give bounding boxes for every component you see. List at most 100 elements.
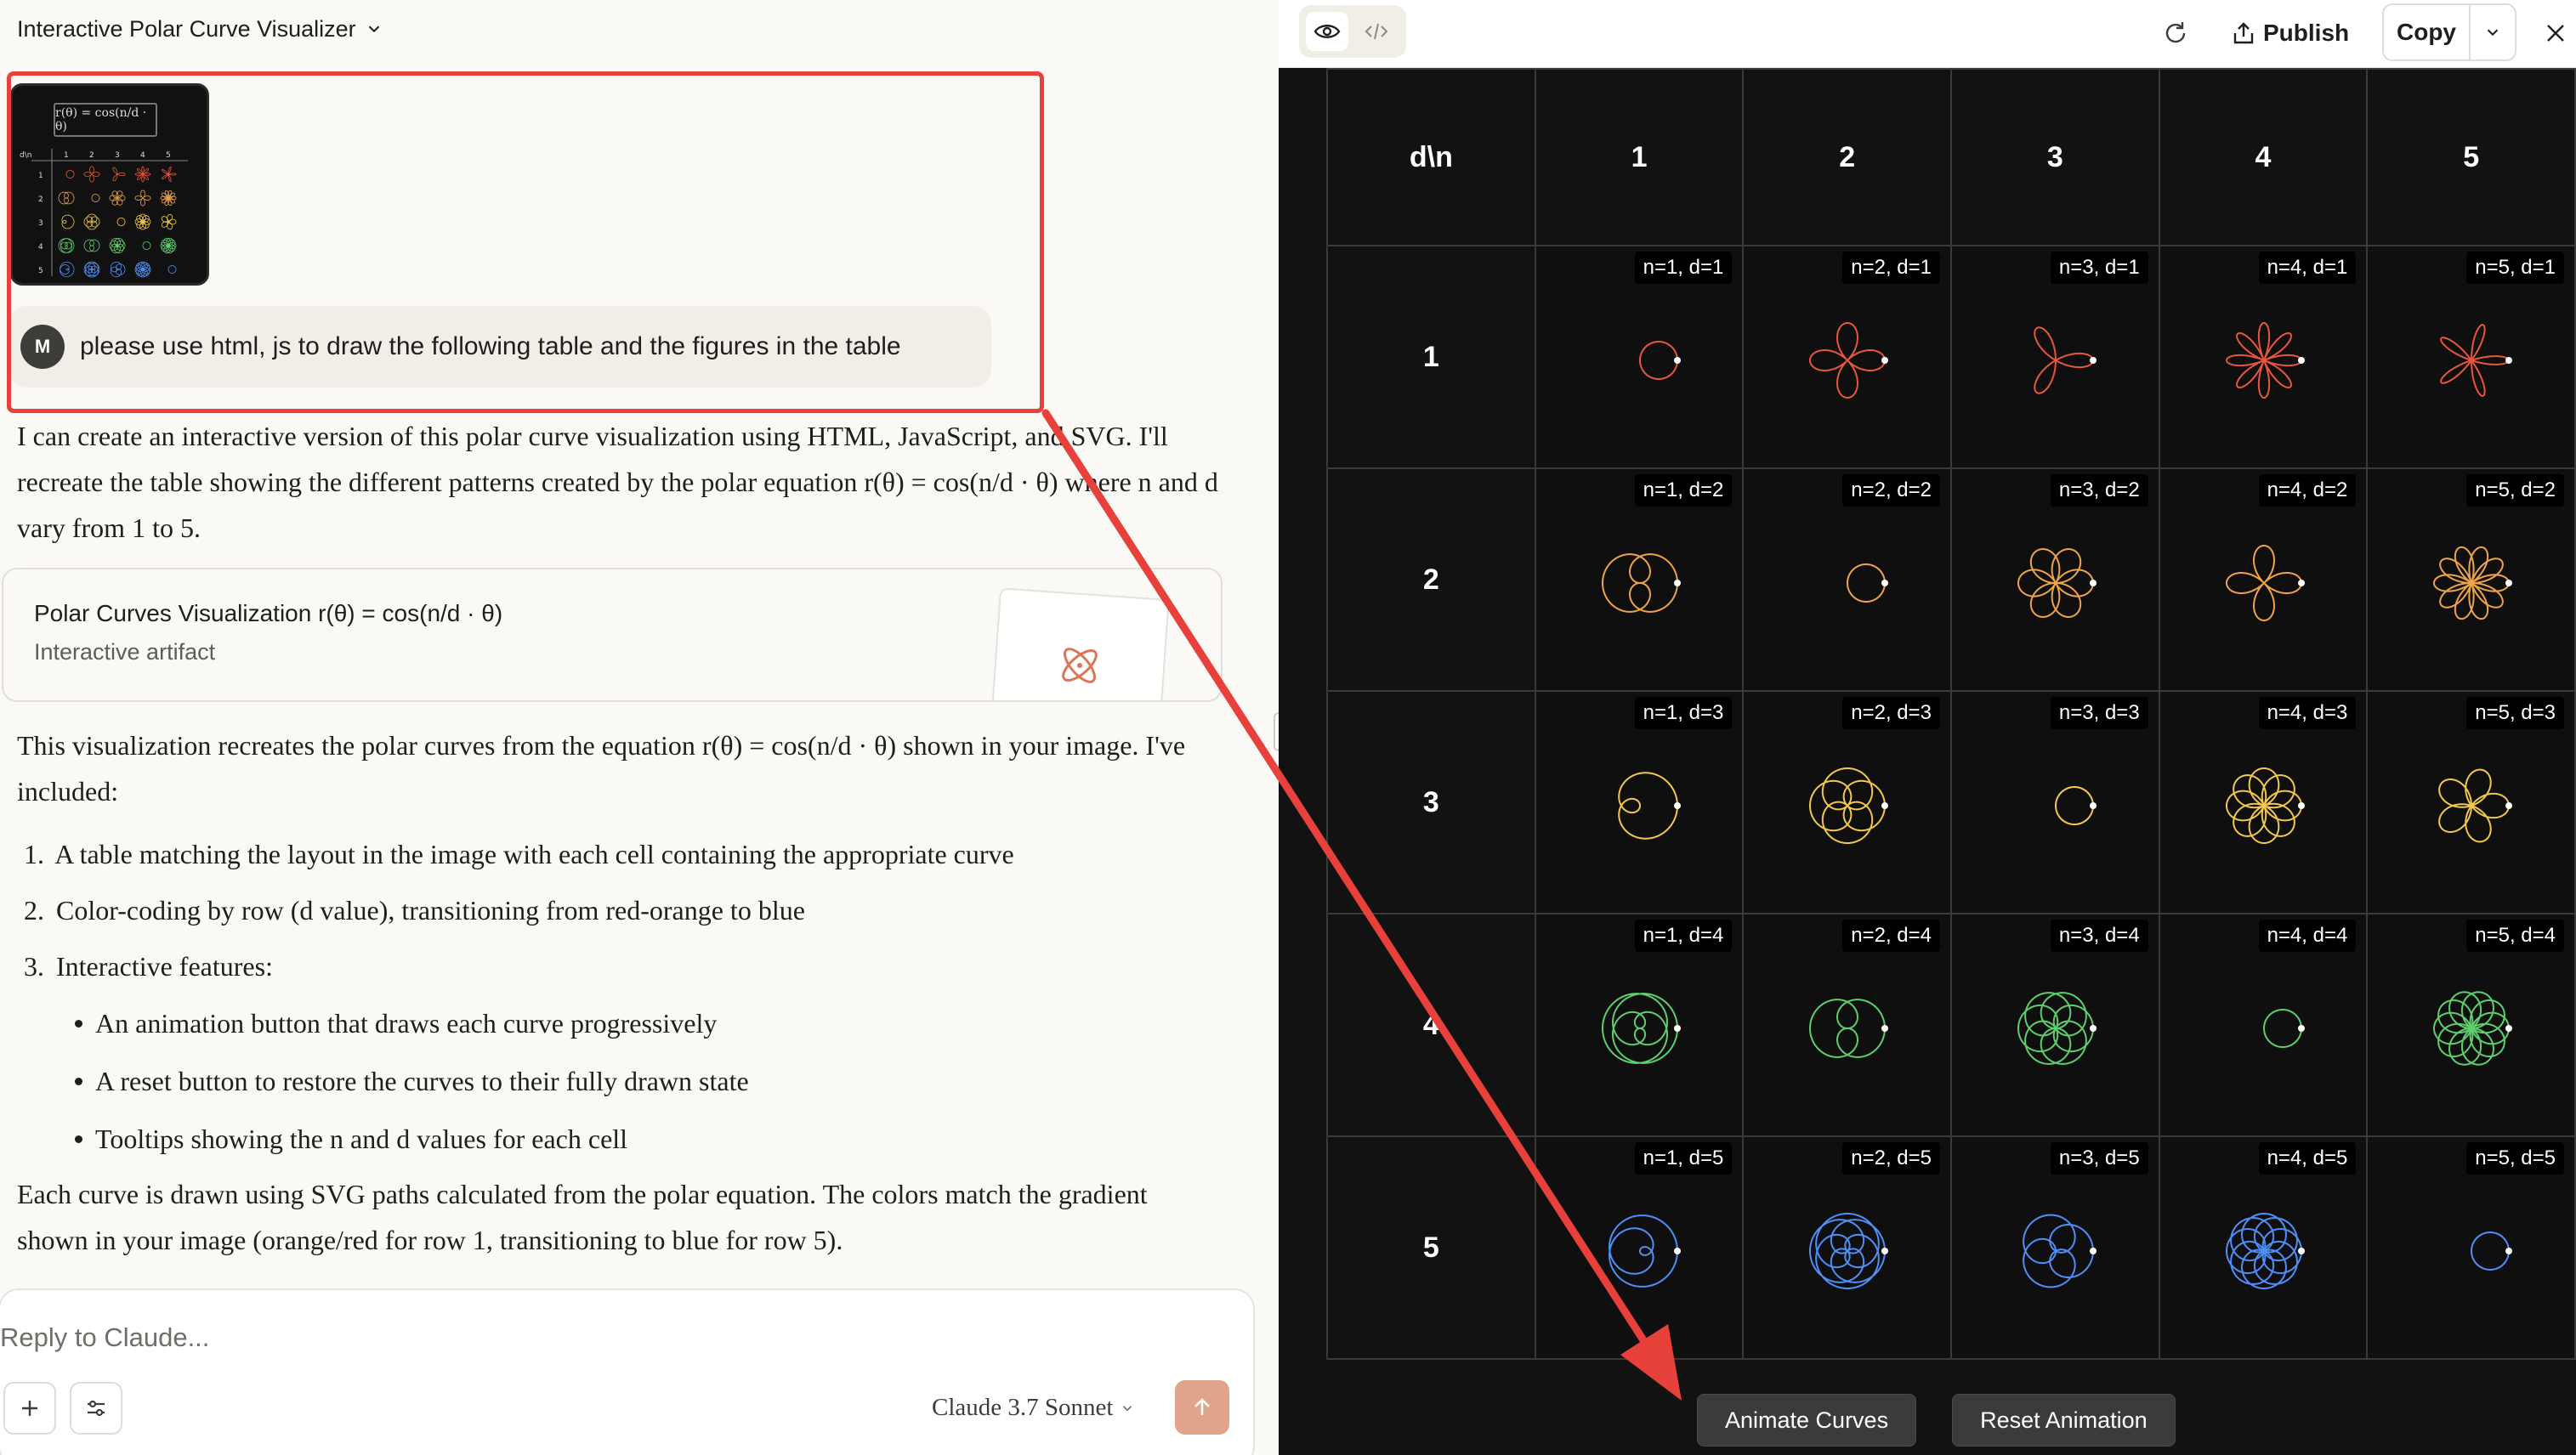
row-header-d4: 4 bbox=[1326, 913, 1536, 1137]
curve-path bbox=[2017, 548, 2095, 618]
refresh-button[interactable] bbox=[2153, 10, 2199, 56]
curve-cell[interactable]: n=4, d=1 bbox=[2158, 245, 2369, 469]
thumbnail-col-label: 1 bbox=[64, 151, 69, 160]
avatar[interactable]: M bbox=[20, 325, 65, 369]
curve-path bbox=[2440, 324, 2511, 397]
animate-curves-button[interactable]: Animate Curves bbox=[1697, 1394, 1917, 1447]
curve-start-dot bbox=[2297, 1248, 2305, 1254]
curve-start-dot bbox=[2090, 802, 2097, 809]
tools-button[interactable] bbox=[70, 1382, 122, 1435]
curve-cell[interactable]: n=4, d=3 bbox=[2158, 690, 2369, 914]
curve-path bbox=[2433, 991, 2511, 1066]
thumbnail-curve bbox=[162, 167, 177, 182]
thumbnail-curve bbox=[134, 190, 151, 207]
attached-image-thumbnail[interactable]: r(θ) = cos(n/d · θ) d\n 12345 12345 bbox=[10, 83, 209, 286]
feature-list: 1. A table matching the layout in the im… bbox=[24, 826, 1231, 1154]
curve-cell[interactable]: n=1, d=4 bbox=[1534, 913, 1745, 1137]
curve-cell[interactable]: n=5, d=2 bbox=[2366, 467, 2576, 692]
curve-start-dot bbox=[2505, 580, 2513, 586]
reply-input[interactable]: Reply to Claude... bbox=[0, 1322, 209, 1353]
curve-cell[interactable]: n=5, d=5 bbox=[2366, 1135, 2576, 1360]
curve-cell[interactable]: n=2, d=5 bbox=[1742, 1135, 1953, 1360]
curve-path bbox=[2225, 321, 2302, 399]
conversation-title[interactable]: Interactive Polar Curve Visualizer bbox=[17, 12, 383, 46]
curve-cell[interactable]: n=2, d=4 bbox=[1742, 913, 1953, 1137]
curve-path bbox=[1638, 341, 1678, 380]
column-header-n4: 4 bbox=[2158, 68, 2369, 246]
artifact-card[interactable]: Polar Curves Visualization r(θ) = cos(n/… bbox=[2, 568, 1223, 702]
thumbnail-curve bbox=[160, 237, 177, 254]
curve-path bbox=[1847, 563, 1887, 603]
user-message-text: please use html, js to draw the followin… bbox=[80, 332, 901, 360]
close-icon bbox=[2547, 25, 2564, 42]
model-name: Claude 3.7 Sonnet bbox=[932, 1394, 1114, 1421]
conversation-title-text: Interactive Polar Curve Visualizer bbox=[17, 15, 356, 42]
curve-cell[interactable]: n=4, d=5 bbox=[2158, 1135, 2369, 1360]
thumbnail-curve bbox=[110, 261, 126, 278]
curve-cell[interactable]: n=3, d=1 bbox=[1950, 245, 2160, 469]
cell-label: n=1, d=1 bbox=[1634, 252, 1733, 284]
add-button[interactable] bbox=[3, 1382, 56, 1435]
curve-cell[interactable]: n=5, d=3 bbox=[2366, 690, 2576, 914]
curve-path bbox=[2225, 544, 2302, 622]
curve-start-dot bbox=[2505, 357, 2513, 364]
close-button[interactable] bbox=[2535, 10, 2576, 56]
thumbnail-curve bbox=[160, 190, 177, 206]
curve-cell[interactable]: n=3, d=3 bbox=[1950, 690, 2160, 914]
curve-path bbox=[1809, 767, 1887, 845]
curve-cell[interactable]: n=3, d=4 bbox=[1950, 913, 2160, 1137]
curve-cell[interactable]: n=1, d=5 bbox=[1534, 1135, 1745, 1360]
curve-start-dot bbox=[2297, 802, 2305, 809]
curve-start-dot bbox=[2090, 1248, 2097, 1254]
curve-cell[interactable]: n=4, d=2 bbox=[2158, 467, 2369, 692]
curve-cell[interactable]: n=2, d=1 bbox=[1742, 245, 1953, 469]
thumbnail-curve bbox=[134, 213, 151, 230]
thumbnail-curve bbox=[83, 261, 100, 278]
thumbnail-col-label: 4 bbox=[140, 151, 145, 160]
send-button[interactable] bbox=[1175, 1380, 1229, 1435]
thumbnail-curve bbox=[83, 166, 100, 183]
cell-label: n=4, d=2 bbox=[2258, 474, 2357, 507]
curve-cell[interactable]: n=2, d=2 bbox=[1742, 467, 1953, 692]
reset-animation-button[interactable]: Reset Animation bbox=[1952, 1394, 2176, 1447]
arrow-up-icon bbox=[1194, 1398, 1210, 1415]
thumbnail-col-label: 3 bbox=[115, 151, 120, 160]
publish-button[interactable]: Publish bbox=[2233, 10, 2349, 56]
chat-pane: Interactive Polar Curve Visualizer r(θ) … bbox=[0, 0, 1279, 1455]
curve-cell[interactable]: n=5, d=4 bbox=[2366, 913, 2576, 1137]
preview-toggle[interactable] bbox=[1306, 12, 1348, 51]
share-icon bbox=[2233, 22, 2254, 44]
thumbnail-col-label: 2 bbox=[89, 151, 94, 160]
cell-label: n=1, d=2 bbox=[1634, 474, 1733, 507]
curve-path bbox=[2438, 768, 2511, 843]
thumbnail-corner: d\n bbox=[20, 151, 31, 160]
thumbnail-row-label: 1 bbox=[38, 172, 43, 180]
curve-cell[interactable]: n=5, d=1 bbox=[2366, 245, 2576, 469]
curve-start-dot bbox=[2505, 1025, 2513, 1032]
thumbnail-col-labels: 1 2 3 4 5 bbox=[64, 151, 171, 160]
table-row: 1 n=1, d=1 n=2, d=1 n=3, d=1 n=4, d=1 n=5, d=… bbox=[1326, 245, 2576, 469]
code-icon bbox=[1365, 23, 1388, 40]
polar-curve-table: d\n 1 2 3 4 5 1 n=1, d=1 n=2, d=1 n=3, d=1 n… bbox=[1326, 68, 2576, 1360]
reply-body: This visualization recreates the polar c… bbox=[17, 730, 1186, 807]
curve-cell[interactable]: n=3, d=5 bbox=[1950, 1135, 2160, 1360]
curve-cell[interactable]: n=1, d=3 bbox=[1534, 690, 1745, 914]
table-row: 4 n=1, d=4 n=2, d=4 n=3, d=4 n=4, d=4 n=5, d=… bbox=[1326, 913, 2576, 1137]
curve-path bbox=[2017, 992, 2095, 1065]
thumbnail-curve bbox=[61, 214, 75, 229]
model-selector[interactable]: Claude 3.7 Sonnet bbox=[932, 1394, 1135, 1422]
curve-cell[interactable]: n=2, d=3 bbox=[1742, 690, 1953, 914]
curve-cell[interactable]: n=1, d=1 bbox=[1534, 245, 1745, 469]
copy-options-button[interactable] bbox=[2471, 5, 2515, 59]
copy-button[interactable]: Copy bbox=[2384, 5, 2471, 59]
curve-cell[interactable]: n=1, d=2 bbox=[1534, 467, 1745, 692]
row-header-d2: 2 bbox=[1326, 467, 1536, 692]
column-header-n5: 5 bbox=[2366, 68, 2576, 246]
chevron-down-icon bbox=[1123, 1405, 1132, 1411]
sliders-icon bbox=[88, 1400, 105, 1417]
curve-cell[interactable]: n=3, d=2 bbox=[1950, 467, 2160, 692]
curve-cell[interactable]: n=4, d=4 bbox=[2158, 913, 2369, 1137]
refresh-icon bbox=[2165, 22, 2186, 43]
code-toggle[interactable] bbox=[1355, 12, 1398, 51]
curve-start-dot bbox=[2297, 580, 2305, 586]
